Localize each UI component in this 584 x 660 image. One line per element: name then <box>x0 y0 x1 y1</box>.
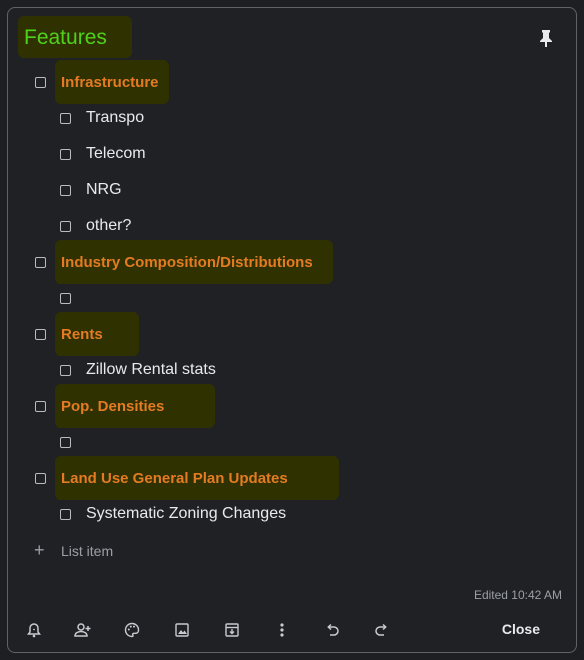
list-item[interactable]: Systematic Zoning Changes <box>60 503 286 525</box>
list-item-text[interactable]: Zillow Rental stats <box>86 361 216 379</box>
add-list-item-placeholder: List item <box>61 542 114 559</box>
list-item-text[interactable]: Infrastructure <box>61 74 159 91</box>
palette-icon[interactable] <box>122 620 142 640</box>
list-item-text[interactable]: Pop. Densities <box>61 398 164 415</box>
plus-icon: + <box>34 540 45 560</box>
list-item[interactable]: NRG <box>60 179 122 201</box>
list-item[interactable] <box>60 287 86 309</box>
checkbox[interactable] <box>60 436 71 448</box>
list-item-text[interactable]: Land Use General Plan Updates <box>61 470 288 487</box>
image-icon[interactable] <box>172 620 192 640</box>
more-icon[interactable] <box>272 620 292 640</box>
note-card: Features Infrastructure Transpo Telecom NRG… <box>7 7 577 653</box>
list-item-heading[interactable]: Industry Composition/Distributions <box>35 251 313 273</box>
list-item-text[interactable]: Systematic Zoning Changes <box>86 505 286 523</box>
checkbox[interactable] <box>60 292 71 304</box>
note-title[interactable]: Features <box>24 26 107 50</box>
checkbox[interactable] <box>35 256 46 268</box>
list-item-text[interactable]: Rents <box>61 326 103 343</box>
pin-icon[interactable] <box>536 28 556 48</box>
note-toolbar: Close <box>8 614 576 646</box>
list-item-heading[interactable]: Infrastructure <box>35 71 159 93</box>
checkbox[interactable] <box>35 472 46 484</box>
checkbox[interactable] <box>35 76 46 88</box>
list-item-heading[interactable]: Rents <box>35 323 103 345</box>
list-item-text[interactable]: Industry Composition/Distributions <box>61 254 313 271</box>
list-item-text[interactable]: other? <box>86 217 131 235</box>
checkbox[interactable] <box>60 112 71 124</box>
collaborator-icon[interactable] <box>73 620 93 640</box>
reminder-icon[interactable] <box>24 620 44 640</box>
list-item[interactable] <box>60 431 86 453</box>
list-item-text[interactable]: Telecom <box>86 145 146 163</box>
checkbox[interactable] <box>35 400 46 412</box>
list-item-heading[interactable]: Pop. Densities <box>35 395 164 417</box>
checkbox[interactable] <box>60 184 71 196</box>
undo-icon[interactable] <box>322 620 342 640</box>
checkbox[interactable] <box>60 508 71 520</box>
list-item-text[interactable]: NRG <box>86 181 122 199</box>
checkbox[interactable] <box>35 328 46 340</box>
list-item[interactable]: Transpo <box>60 107 144 129</box>
close-button[interactable]: Close <box>502 621 540 637</box>
edited-timestamp: Edited 10:42 AM <box>473 588 562 602</box>
list-item-text[interactable]: Transpo <box>86 109 144 127</box>
list-item[interactable]: Zillow Rental stats <box>60 359 216 381</box>
checkbox[interactable] <box>60 220 71 232</box>
checkbox[interactable] <box>60 148 71 160</box>
list-item[interactable]: Telecom <box>60 143 146 165</box>
list-item[interactable]: other? <box>60 215 131 237</box>
archive-icon[interactable] <box>222 620 242 640</box>
list-item-heading[interactable]: Land Use General Plan Updates <box>35 467 288 489</box>
add-list-item[interactable]: + List item <box>34 540 113 561</box>
redo-icon[interactable] <box>372 620 392 640</box>
checkbox[interactable] <box>60 364 71 376</box>
